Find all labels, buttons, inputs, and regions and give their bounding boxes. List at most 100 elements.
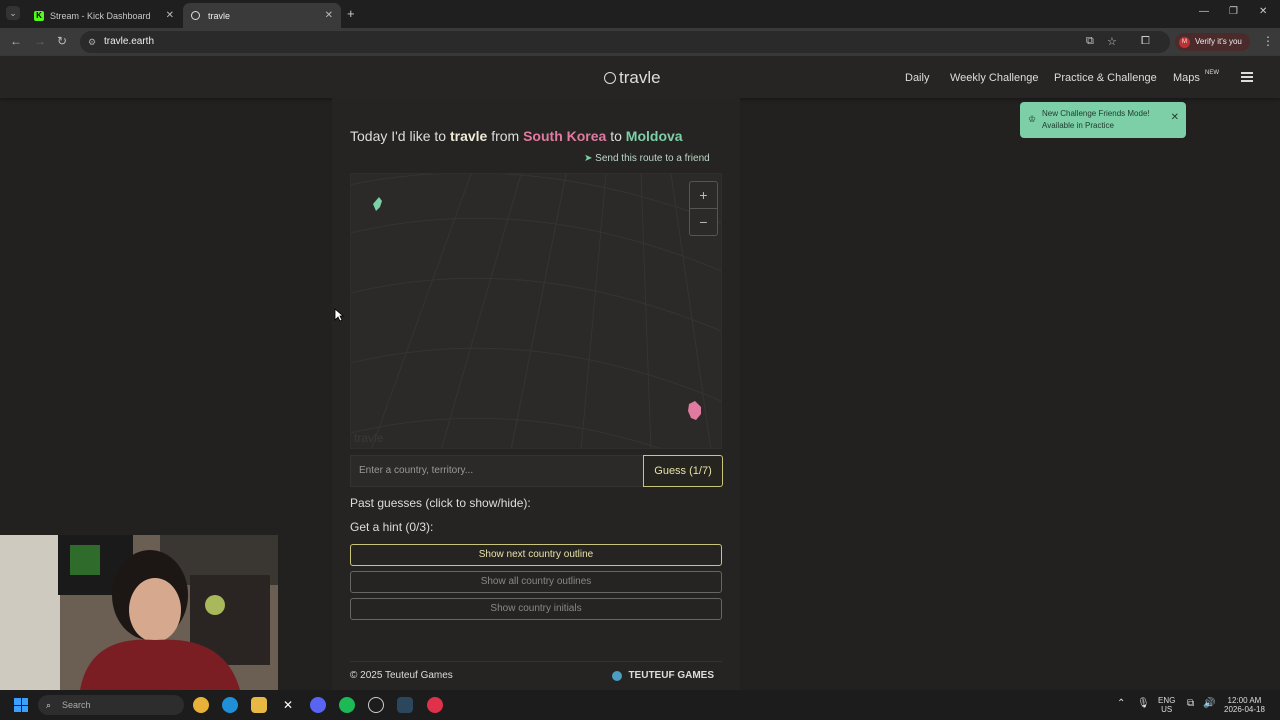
close-window-icon[interactable]: ✕ [1259,6,1267,17]
edge-icon[interactable] [222,697,238,713]
zoom-control: + − [689,181,718,236]
discord-icon[interactable] [310,697,326,713]
map-graticule [351,174,721,448]
reload-icon[interactable]: ↻ [57,34,67,48]
route-headline: Today I'd like to travle from South Kore… [350,128,683,144]
restore-icon[interactable]: ❐ [1229,6,1238,17]
app-red-icon[interactable] [427,697,443,713]
zoom-out-button[interactable]: − [690,209,717,235]
app-x-icon[interactable]: ✕ [280,697,296,713]
headline-prefix: Today I'd like to [350,128,447,144]
back-icon[interactable]: ← [10,34,22,48]
route-map[interactable]: + − travle [350,173,722,449]
notification-toast: ♔ New Challenge Friends Mode! Available … [1020,102,1186,138]
south-korea-shape [688,401,701,420]
game-panel: Today I'd like to travle from South Kore… [332,98,740,690]
url-bar[interactable]: ⚙ travle.earth [80,31,1170,53]
guess-button[interactable]: Guess (1/7) [643,455,723,487]
close-tab-icon[interactable]: ✕ [166,10,174,21]
new-badge: NEW [1205,70,1219,76]
search-icon: ⌕ [46,700,52,710]
site-header: travle Daily Weekly Challenge Practice &… [0,56,1280,98]
moldova-shape [373,197,382,211]
kick-icon: K [34,10,44,21]
trophy-icon: ♔ [1028,114,1037,124]
webcam-overlay [0,535,278,690]
nav-maps[interactable]: Maps [1173,72,1200,84]
chrome-icon[interactable] [193,697,209,713]
start-country: South Korea [523,128,607,144]
bookmark-star-icon[interactable]: ☆ [1107,35,1117,48]
region-label: US [1161,705,1173,714]
hint-initials-button[interactable]: Show country initials [350,598,722,620]
nav-daily[interactable]: Daily [905,72,929,84]
past-guesses-toggle[interactable]: Past guesses (click to show/hide): [350,496,531,510]
file-explorer-icon[interactable] [251,697,267,713]
steam-icon[interactable] [397,697,413,713]
send-route-link[interactable]: ➤ Send this route to a friend [584,153,710,164]
paper-plane-icon: ➤ [584,153,593,164]
logo-text: travle [619,68,661,87]
new-tab-icon[interactable]: + [347,6,355,21]
time-label: 12:00 AM [1227,696,1262,705]
minimize-icon[interactable]: — [1199,6,1209,17]
nav-weekly-challenge[interactable]: Weekly Challenge [950,72,1038,84]
webcam-feed [0,535,278,690]
url-text: travle.earth [104,36,155,47]
tab-search-icon[interactable]: ⌄ [6,6,20,20]
headline-from-word: from [491,128,520,144]
tray-expand-icon[interactable]: ⌃ [1117,699,1125,709]
globe-icon [612,670,623,681]
language-indicator[interactable]: ENG US [1158,696,1175,714]
tab-travle[interactable]: travle ✕ [183,3,341,28]
compass-icon [604,72,616,84]
site-footer: © 2025 Teuteuf Games TEUTEUF GAMES [350,661,722,681]
toast-text: New Challenge Friends Mode! Available in… [1042,109,1150,130]
site-logo[interactable]: travle [604,68,661,88]
search-placeholder: Search [62,700,91,710]
lang-label: ENG [1158,696,1176,705]
address-toolbar: ← → ↻ ⚙ travle.earth ⧉ ☆ ⧠ [0,28,1280,56]
country-guess-input[interactable]: Enter a country, territory... [350,455,644,487]
tab-title: travle [208,10,231,21]
teuteuf-games-link[interactable]: TEUTEUF GAMES [612,670,714,681]
zoom-in-button[interactable]: + [690,182,717,209]
volume-icon[interactable]: 🔊 [1203,699,1215,709]
microphone-icon[interactable]: 🎙 [1137,699,1150,709]
map-watermark: travle [354,431,384,445]
headline-travle: travle [449,128,488,144]
obs-icon[interactable] [368,697,384,713]
avatar: M [1179,36,1190,48]
site-info-icon[interactable]: ⚙ [88,31,96,53]
browser-menu-icon[interactable]: ⋮ [1262,34,1274,48]
hamburger-menu-icon[interactable] [1241,72,1253,82]
extensions-icon[interactable]: ⧠ [1141,35,1150,48]
hint-all-outlines-button[interactable]: Show all country outlines [350,571,722,593]
install-app-icon[interactable]: ⧉ [1086,35,1094,48]
network-icon[interactable]: ⧉ [1187,699,1194,709]
hint-next-outline-button[interactable]: Show next country outline [350,544,722,566]
mouse-cursor-icon [334,308,344,322]
windows-start-icon[interactable] [14,698,28,712]
send-route-label: Send this route to a friend [595,153,710,164]
nav-practice-challenge[interactable]: Practice & Challenge [1054,72,1157,84]
copyright: © 2025 Teuteuf Games [350,670,453,681]
forward-icon[interactable]: → [34,34,46,48]
end-country: Moldova [625,128,683,144]
verify-profile-button[interactable]: M Verify it's you [1175,33,1250,51]
spotify-icon[interactable] [339,697,355,713]
compass-icon [191,11,200,20]
hint-title: Get a hint (0/3): [350,520,434,534]
windows-taskbar: ⌕ Search ✕ ⌃ 🎙 ENG US ⧉ 🔊 12:00 AM 2026-… [0,690,1280,720]
tab-kick-dashboard[interactable]: K Stream - Kick Dashboard ✕ [26,3,182,28]
clock[interactable]: 12:00 AM 2026-04-18 [1224,696,1265,714]
brand-label: TEUTEUF GAMES [628,670,714,681]
verify-label: Verify it's you [1195,37,1242,46]
date-label: 2026-04-18 [1224,705,1265,714]
headline-to-word: to [610,128,622,144]
toast-close-icon[interactable]: ✕ [1171,112,1179,123]
tab-title: Stream - Kick Dashboard [50,10,151,21]
taskbar-search-input[interactable]: ⌕ Search [38,695,184,715]
close-tab-icon[interactable]: ✕ [325,10,333,21]
browser-tab-bar: ⌄ K Stream - Kick Dashboard ✕ travle ✕ +… [0,0,1280,28]
